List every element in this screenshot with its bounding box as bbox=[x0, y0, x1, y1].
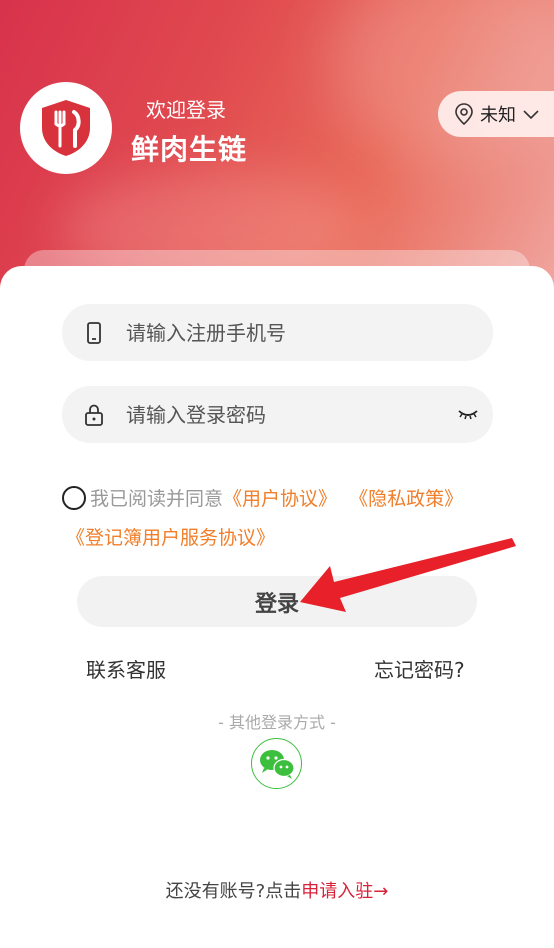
agreement-prefix: 我已阅读并同意 bbox=[90, 488, 224, 510]
shield-fork-knife-icon bbox=[42, 100, 90, 156]
registry-agreement-link[interactable]: 《登记簿用户服务协议》 bbox=[66, 527, 275, 549]
lock-icon bbox=[85, 404, 103, 426]
agreement-checkbox[interactable] bbox=[62, 486, 86, 510]
agreement-text: 我已阅读并同意《用户协议》 《隐私政策》 bbox=[90, 484, 463, 511]
chevron-down-icon bbox=[523, 110, 539, 120]
login-button[interactable]: 登录 bbox=[77, 576, 477, 627]
forgot-password-link[interactable]: 忘记密码? bbox=[374, 654, 465, 683]
app-title: 鲜肉生链 bbox=[131, 133, 248, 166]
phone-field[interactable] bbox=[62, 304, 493, 361]
eye-closed-icon[interactable] bbox=[457, 406, 479, 422]
signup-prompt-text: 还没有账号?点击 bbox=[165, 881, 302, 902]
arrow-right-icon[interactable]: → bbox=[373, 881, 388, 902]
wechat-icon bbox=[259, 749, 295, 779]
welcome-text: 欢迎登录 bbox=[146, 98, 226, 122]
agreement-text-line2: 《登记簿用户服务协议》 bbox=[66, 523, 275, 550]
apply-join-link[interactable]: 申请入驻 bbox=[301, 881, 373, 902]
location-selector[interactable]: 未知 bbox=[438, 91, 554, 137]
other-login-label: - 其他登录方式 - bbox=[218, 713, 336, 732]
location-label: 未知 bbox=[480, 105, 516, 126]
app-logo bbox=[20, 82, 112, 174]
signup-prompt: 还没有账号?点击申请入驻→ bbox=[0, 877, 554, 903]
location-pin-icon bbox=[455, 103, 473, 125]
phone-icon bbox=[87, 322, 101, 344]
password-field[interactable] bbox=[62, 386, 493, 443]
wechat-login-button[interactable] bbox=[251, 738, 302, 789]
contact-support-link[interactable]: 联系客服 bbox=[86, 654, 166, 683]
password-input[interactable] bbox=[126, 386, 456, 443]
phone-input[interactable] bbox=[126, 304, 456, 361]
user-agreement-link[interactable]: 《用户协议》 bbox=[223, 488, 337, 510]
privacy-policy-link[interactable]: 《隐私政策》 bbox=[349, 488, 463, 510]
